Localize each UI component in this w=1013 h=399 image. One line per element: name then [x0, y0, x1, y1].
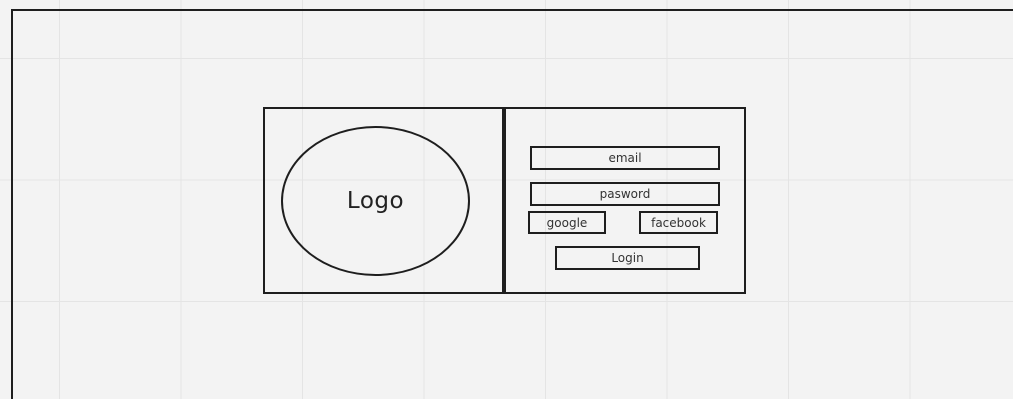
- password-field[interactable]: pasword: [530, 182, 720, 206]
- google-button-label: google: [546, 215, 588, 230]
- login-button-label: Login: [611, 251, 644, 265]
- google-login-button[interactable]: google: [528, 211, 606, 234]
- password-field-label: pasword: [599, 187, 651, 201]
- facebook-login-button[interactable]: facebook: [639, 211, 718, 234]
- login-button[interactable]: Login: [555, 246, 700, 270]
- facebook-button-label: facebook: [651, 215, 706, 230]
- email-field[interactable]: email: [530, 146, 720, 170]
- email-field-label: email: [608, 151, 642, 165]
- logo-placeholder: Logo: [281, 126, 470, 276]
- logo-label: Logo: [346, 188, 405, 214]
